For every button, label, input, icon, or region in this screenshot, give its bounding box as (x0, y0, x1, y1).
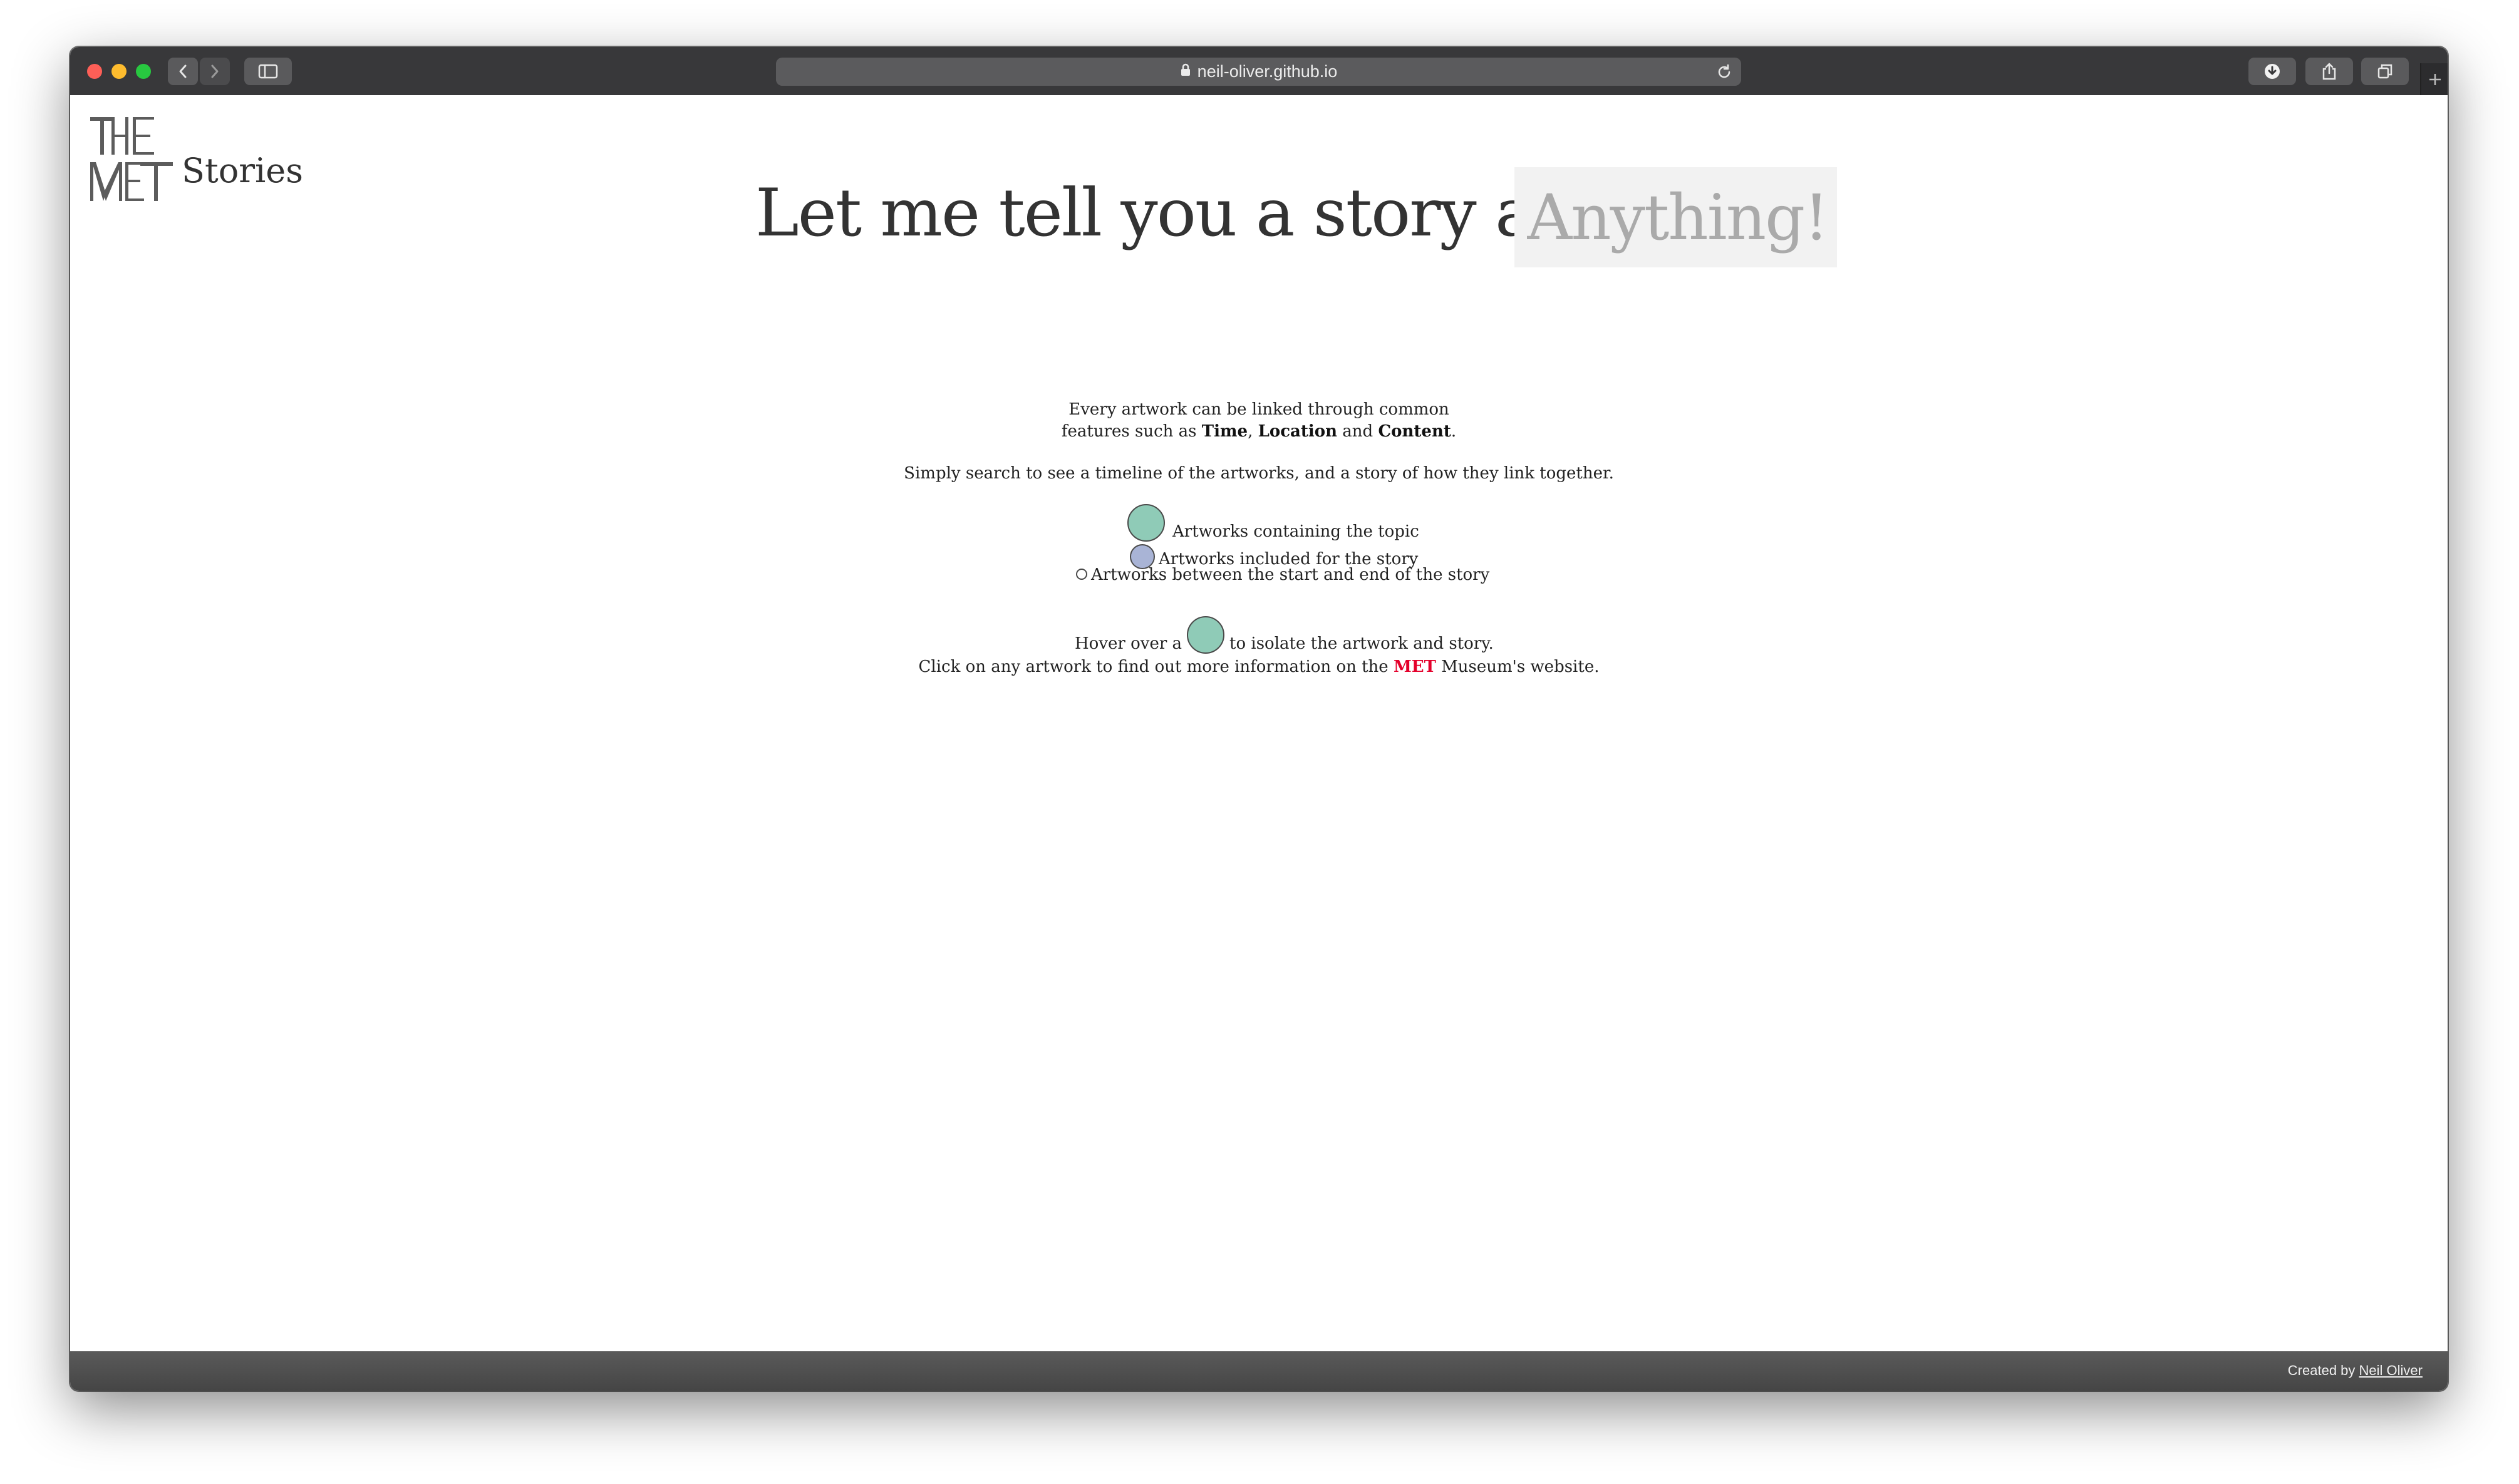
met-stories-logo[interactable]: Stories (89, 112, 303, 212)
logo-stories-text: Stories (182, 151, 303, 190)
chevron-right-icon (211, 64, 219, 78)
tab-overview-button[interactable] (2361, 58, 2409, 85)
hover-help: Hover over a to isolate the artwork and … (1075, 616, 1494, 654)
footer: Created by Neil Oliver (70, 1351, 2448, 1391)
hover-help-prefix: Hover over a (1075, 634, 1182, 653)
download-icon (2265, 64, 2280, 79)
click-help-prefix: Click on any artwork to find out more in… (918, 657, 1394, 676)
address-bar[interactable]: neil-oliver.github.io (776, 58, 1741, 86)
url-text: neil-oliver.github.io (1197, 62, 1338, 81)
legend-item-between: Artworks between the start and end of th… (1076, 565, 1489, 585)
lock-icon (1180, 62, 1191, 81)
credit-prefix: Created by (2287, 1363, 2359, 1378)
search-instruction: Simply search to see a timeline of the a… (904, 464, 1614, 483)
reload-icon[interactable] (1716, 64, 1732, 83)
click-help-suffix: Museum's website. (1435, 657, 1600, 676)
downloads-button[interactable] (2248, 58, 2296, 85)
share-button[interactable] (2305, 58, 2353, 85)
share-icon (2322, 63, 2336, 80)
intro-line-2-prefix: features such as (1061, 422, 1202, 441)
intro-line-2: features such as Time, Location and Cont… (70, 421, 2448, 443)
chevron-left-icon (179, 64, 187, 78)
feature-time: Time (1201, 422, 1248, 441)
sidebar-icon (258, 64, 278, 79)
back-button[interactable] (168, 58, 198, 85)
met-highlight: MET (1393, 657, 1436, 676)
plus-icon (2429, 73, 2441, 85)
legend-between-label: Artworks between the start and end of th… (1091, 565, 1490, 584)
intro-sep-2: and (1337, 422, 1378, 441)
intro-line-2-suffix: . (1451, 422, 1457, 441)
met-logo-mark (90, 117, 173, 201)
hover-circle-icon (1187, 616, 1225, 654)
close-window-button[interactable] (87, 64, 102, 79)
intro-line-1: Every artwork can be linked through comm… (1068, 400, 1449, 419)
page-content: Stories Let me tell you a story about Ev… (70, 95, 2448, 1351)
zoom-window-button[interactable] (136, 64, 151, 79)
legend-topic-label: Artworks containing the topic (1172, 522, 1419, 541)
minimize-window-button[interactable] (111, 64, 127, 79)
hover-help-suffix: to isolate the artwork and story. (1229, 634, 1494, 653)
tabs-icon (2377, 64, 2392, 79)
browser-window: neil-oliver.github.io Stories Let me tel… (70, 47, 2448, 1391)
intro-text: Every artwork can be linked through comm… (70, 399, 2448, 443)
topic-circle-icon (1127, 504, 1165, 542)
forward-button[interactable] (200, 58, 230, 85)
intro-sep-1: , (1248, 422, 1258, 441)
browser-toolbar: neil-oliver.github.io (70, 47, 2448, 96)
sidebar-toggle-button[interactable] (244, 58, 292, 85)
footer-credit: Created by Neil Oliver (2288, 1363, 2423, 1379)
click-help: Click on any artwork to find out more in… (70, 657, 2448, 676)
feature-location: Location (1258, 422, 1338, 441)
new-tab-button[interactable] (2420, 63, 2448, 95)
author-link[interactable]: Neil Oliver (2359, 1363, 2423, 1378)
topic-search-input[interactable] (1514, 167, 1837, 267)
topic-search-box[interactable] (1514, 167, 1837, 267)
between-circle-icon (1076, 569, 1087, 580)
feature-content: Content (1378, 422, 1451, 441)
legend-item-topic: Artworks containing the topic (1127, 504, 1419, 542)
